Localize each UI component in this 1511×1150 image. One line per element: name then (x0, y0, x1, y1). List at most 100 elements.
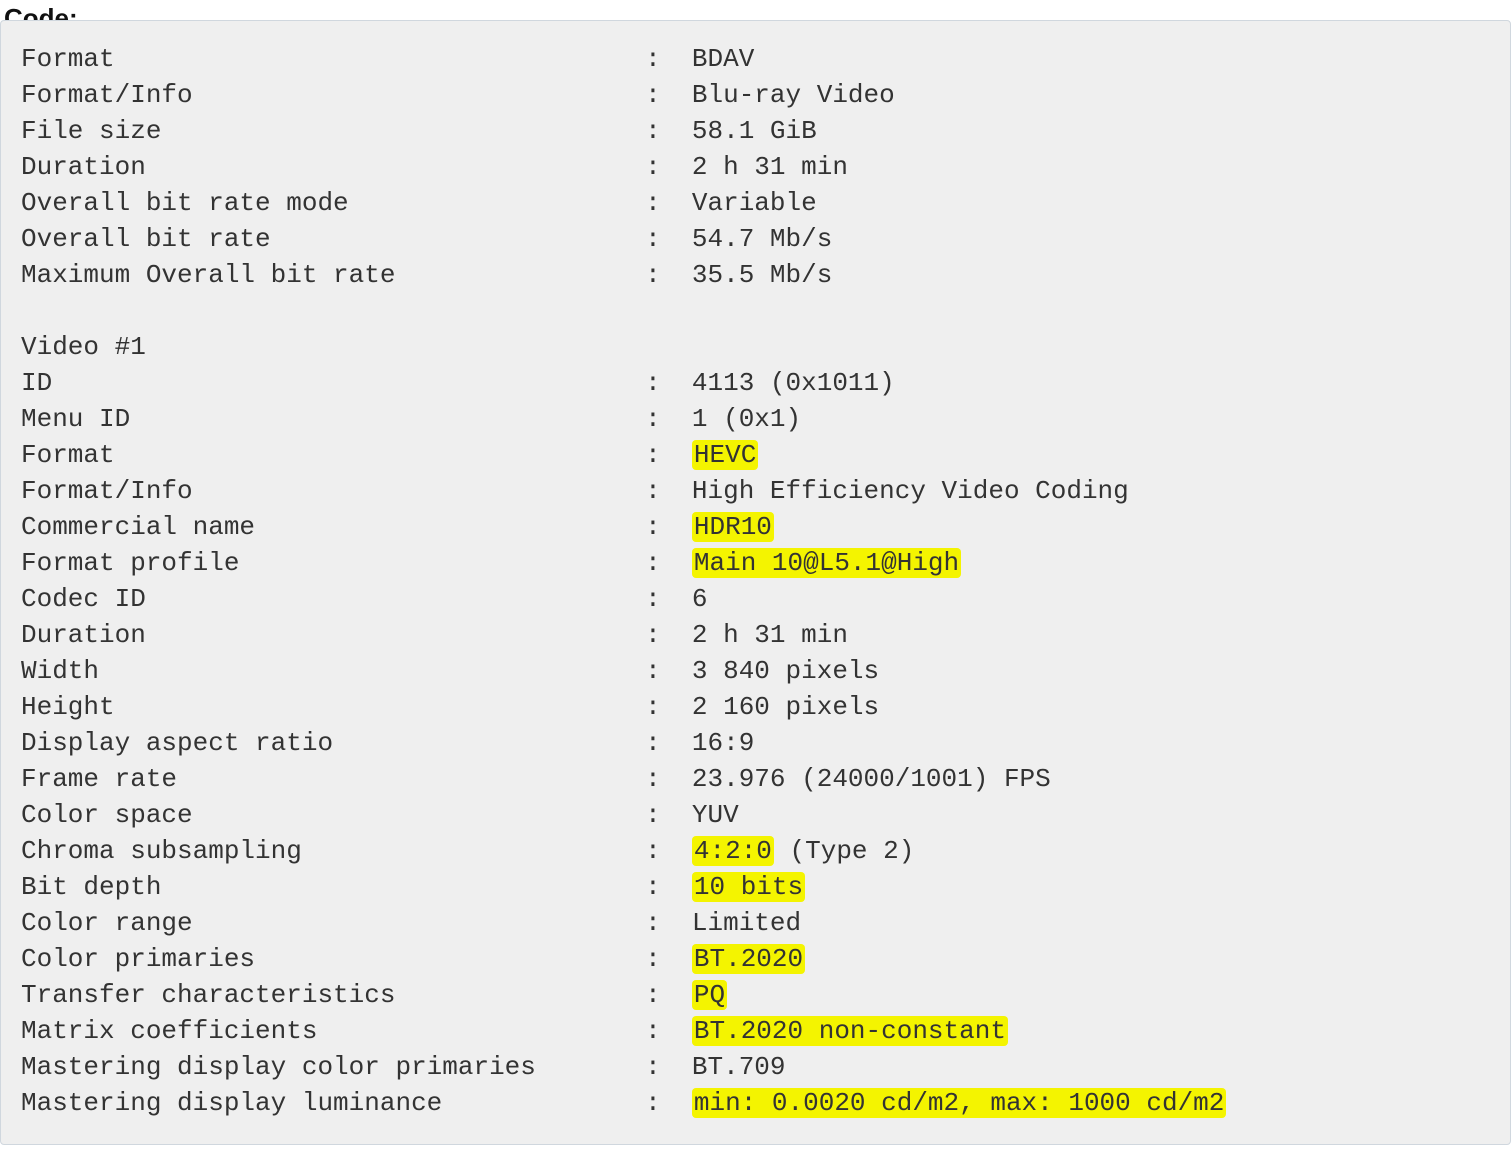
info-key: Matrix coefficients (21, 1013, 645, 1049)
highlighted-value: 10 bits (692, 872, 805, 902)
info-separator: : (645, 941, 692, 977)
info-separator: : (645, 689, 692, 725)
info-row: Format: HEVC (21, 437, 1490, 473)
info-value: 2 h 31 min (692, 152, 848, 182)
info-value: PQ (692, 980, 727, 1010)
info-key: Transfer characteristics (21, 977, 645, 1013)
info-value: BDAV (692, 44, 754, 74)
mediainfo-output-frame: Code: Format: BDAVFormat/Info: Blu-ray V… (0, 0, 1511, 1150)
info-key: Color space (21, 797, 645, 833)
info-value: 2 h 31 min (692, 620, 848, 650)
value-segment: (Type 2) (774, 836, 914, 866)
info-separator: : (645, 113, 692, 149)
highlighted-value: HEVC (692, 440, 758, 470)
info-separator: : (645, 221, 692, 257)
info-key: Bit depth (21, 869, 645, 905)
info-value: 6 (692, 584, 708, 614)
info-separator: : (645, 1085, 692, 1121)
info-value: 58.1 GiB (692, 116, 817, 146)
info-key: Format profile (21, 545, 645, 581)
info-row: Duration: 2 h 31 min (21, 149, 1490, 185)
info-key: Format (21, 41, 645, 77)
blank-separator-row (21, 293, 1490, 329)
info-separator: : (645, 41, 692, 77)
info-separator: : (645, 401, 692, 437)
info-value: min: 0.0020 cd/m2, max: 1000 cd/m2 (692, 1088, 1227, 1118)
info-value: 4113 (0x1011) (692, 368, 895, 398)
general-section: Format: BDAVFormat/Info: Blu-ray VideoFi… (21, 41, 1490, 293)
info-key: Width (21, 653, 645, 689)
info-value: Variable (692, 188, 817, 218)
info-key: Display aspect ratio (21, 725, 645, 761)
info-row: Color primaries: BT.2020 (21, 941, 1490, 977)
info-value: 3 840 pixels (692, 656, 879, 686)
info-row: Height: 2 160 pixels (21, 689, 1490, 725)
info-value: 10 bits (692, 872, 805, 902)
info-row: Matrix coefficients: BT.2020 non-constan… (21, 1013, 1490, 1049)
info-value: High Efficiency Video Coding (692, 476, 1129, 506)
info-separator: : (645, 725, 692, 761)
highlighted-value: Main 10@L5.1@High (692, 548, 961, 578)
info-row: Format/Info: High Efficiency Video Codin… (21, 473, 1490, 509)
info-separator: : (645, 833, 692, 869)
highlighted-value: BT.2020 (692, 944, 805, 974)
info-separator: : (645, 905, 692, 941)
mediainfo-code-block[interactable]: Format: BDAVFormat/Info: Blu-ray VideoFi… (0, 20, 1511, 1145)
info-row: Color range: Limited (21, 905, 1490, 941)
video-section-title: Video #1 (21, 329, 645, 365)
info-separator: : (645, 653, 692, 689)
info-separator: : (645, 149, 692, 185)
info-key: Height (21, 689, 645, 725)
info-value: 35.5 Mb/s (692, 260, 832, 290)
info-row: Bit depth: 10 bits (21, 869, 1490, 905)
info-separator: : (645, 545, 692, 581)
info-row: Mastering display luminance: min: 0.0020… (21, 1085, 1490, 1121)
info-row: Menu ID: 1 (0x1) (21, 401, 1490, 437)
info-key: Format/Info (21, 473, 645, 509)
info-value: 23.976 (24000/1001) FPS (692, 764, 1051, 794)
info-row: Overall bit rate mode: Variable (21, 185, 1490, 221)
info-value: HDR10 (692, 512, 774, 542)
info-key: Color primaries (21, 941, 645, 977)
info-value: Limited (692, 908, 801, 938)
info-separator: : (645, 77, 692, 113)
info-row: Width: 3 840 pixels (21, 653, 1490, 689)
info-key: Chroma subsampling (21, 833, 645, 869)
info-key: Mastering display color primaries (21, 1049, 645, 1085)
info-row: Duration: 2 h 31 min (21, 617, 1490, 653)
highlighted-value: BT.2020 non-constant (692, 1016, 1008, 1046)
info-row: Format/Info: Blu-ray Video (21, 77, 1490, 113)
info-value: 4:2:0 (Type 2) (692, 836, 914, 866)
info-separator: : (645, 869, 692, 905)
info-row: Codec ID: 6 (21, 581, 1490, 617)
info-key: File size (21, 113, 645, 149)
info-separator: : (645, 185, 692, 221)
info-key: Format/Info (21, 77, 645, 113)
info-key: Color range (21, 905, 645, 941)
info-value: BT.709 (692, 1052, 786, 1082)
info-value: YUV (692, 800, 739, 830)
info-key: Duration (21, 149, 645, 185)
info-value: 2 160 pixels (692, 692, 879, 722)
info-key: Duration (21, 617, 645, 653)
info-separator: : (645, 365, 692, 401)
info-key: Mastering display luminance (21, 1085, 645, 1121)
video-section: ID: 4113 (0x1011)Menu ID: 1 (0x1)Format:… (21, 365, 1490, 1121)
info-key: ID (21, 365, 645, 401)
info-value: Main 10@L5.1@High (692, 548, 961, 578)
info-value: HEVC (692, 440, 758, 470)
info-key: Format (21, 437, 645, 473)
info-row: Format profile: Main 10@L5.1@High (21, 545, 1490, 581)
info-row: Transfer characteristics: PQ (21, 977, 1490, 1013)
info-separator: : (645, 473, 692, 509)
info-separator: : (645, 797, 692, 833)
highlighted-value: PQ (692, 980, 727, 1010)
info-value: Blu-ray Video (692, 80, 895, 110)
info-row: Maximum Overall bit rate: 35.5 Mb/s (21, 257, 1490, 293)
info-separator: : (645, 257, 692, 293)
info-separator: : (645, 509, 692, 545)
code-block-label: Code: (0, 0, 1511, 20)
info-key: Frame rate (21, 761, 645, 797)
info-key: Maximum Overall bit rate (21, 257, 645, 293)
video-section-title-row: Video #1 (21, 329, 1490, 365)
